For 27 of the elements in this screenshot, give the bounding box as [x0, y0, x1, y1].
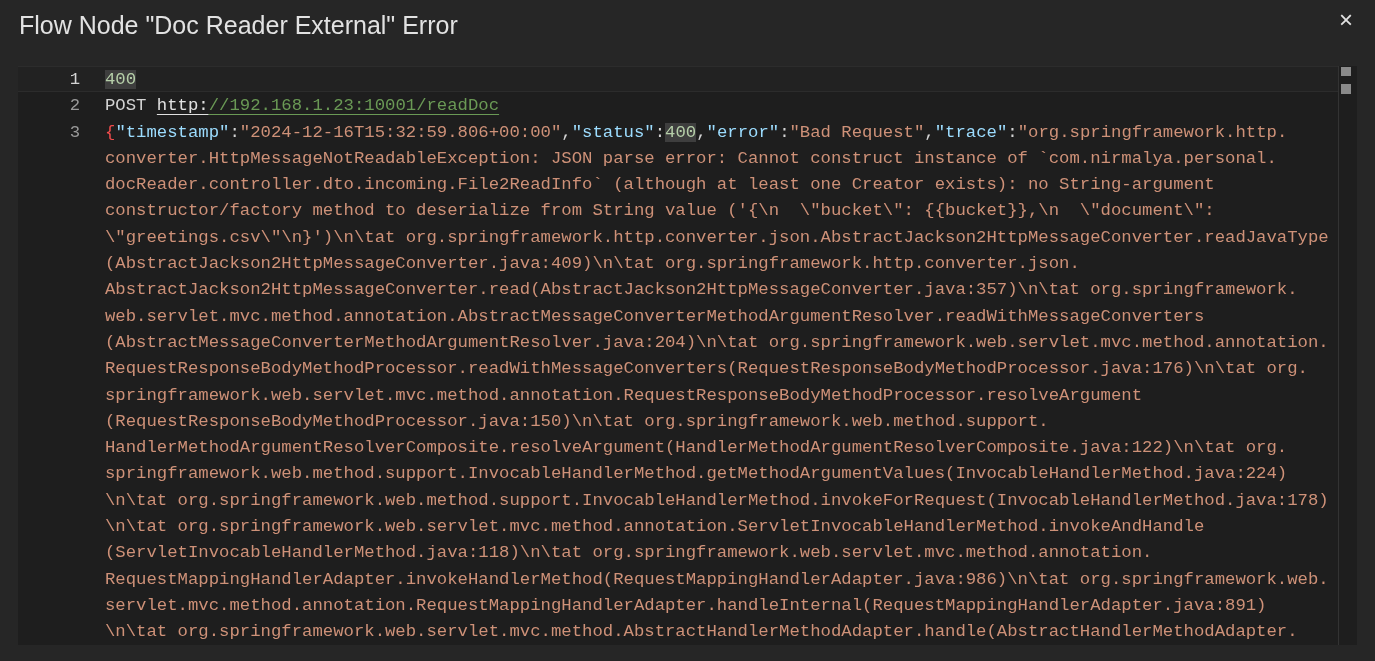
- code-line: HandlerMethodArgumentResolverComposite.resolveArgument(HandlerMethodArgumentResolverComposite.java:122)\n\tat org.: [105, 437, 1288, 460]
- code-line: servlet.mvc.method.annotation.RequestMappingHandlerAdapter.handleInternal(RequestMappingHandlerAdapter.java:891): [105, 594, 1267, 617]
- code-line: {"timestamp":"2024-12-16T15:32:59.806+00:00","status":400,"error":"Bad Request","trace":"org.springframework.http.: [105, 121, 1288, 144]
- url-link[interactable]: http://192.168.1.23:10001/readDoc: [156, 93, 500, 118]
- code-line: \"greetings.csv\"\n}')\n\tat org.springframework.http.converter.json.AbstractJackson2HttpMessageConverter.readJavaType: [105, 226, 1329, 249]
- code-line: (ServletInvocableHandlerMethod.java:118)\n\tat org.springframework.web.servlet.mvc.method.annotation.: [105, 542, 1153, 565]
- code-line: AbstractJackson2HttpMessageConverter.read(AbstractJackson2HttpMessageConverter.java:357)\n\tat org.springframework.: [105, 279, 1298, 302]
- code-line: web.servlet.mvc.method.annotation.AbstractMessageConverterMethodArgumentResolver.readWithMessageConverters: [105, 305, 1205, 328]
- code-line: constructor/factory method to deserialize from String value ('{\n \"bucket\": {{bucket}},\n \"document\":: [105, 200, 1215, 223]
- code-line: \n\tat org.springframework.web.servlet.mvc.method.annotation.ServletInvocableHandlerMethod.invokeAndHandle: [105, 516, 1205, 539]
- code-line: (RequestResponseBodyMethodProcessor.java:150)\n\tat org.springframework.web.method.support.: [105, 410, 1049, 433]
- line-number: 3: [69, 122, 80, 142]
- code-text: POST: [105, 95, 148, 118]
- code-line: springframework.web.method.support.InvocableHandlerMethod.getMethodArgumentValues(InvocableHandlerMethod.java:224): [105, 463, 1288, 486]
- line-number: 2: [69, 96, 80, 116]
- code-line: converter.HttpMessageNotReadableException: JSON parse error: Cannot construct instance of `com.nirmalya.personal.: [105, 147, 1277, 170]
- code-line: RequestResponseBodyMethodProcessor.readWithMessageConverters(RequestResponseBodyMethodProcessor.java:176)\n\tat org.: [105, 358, 1308, 381]
- close-button[interactable]: ×: [1337, 10, 1355, 30]
- code-line: docReader.controller.dto.incoming.File2ReadInfo` (although at least one Creator exists): no String-argument: [105, 174, 1215, 197]
- code-line: (AbstractJackson2HttpMessageConverter.java:409)\n\tat org.springframework.http.converter.json.: [105, 253, 1080, 276]
- code-line: \n\tat org.springframework.web.method.support.InvocableHandlerMethod.invokeForRequest(InvocableHandlerMethod.java:178): [105, 489, 1329, 512]
- line-number: 1: [69, 70, 80, 89]
- code-line: springframework.web.servlet.mvc.method.annotation.RequestResponseBodyMethodProcessor.resolveArgument: [105, 384, 1143, 407]
- code-line: RequestMappingHandlerAdapter.invokeHandlerMethod(RequestMappingHandlerAdapter.java:986)\n\tat org.springframework.web.: [105, 568, 1329, 591]
- code-line: \n\tat org.springframework.web.servlet.mvc.method.AbstractHandlerMethodAdapter.handle(AbstractHandlerMethodAdapter.: [105, 621, 1298, 644]
- dialog-title: Flow Node "Doc Reader External" Error: [19, 10, 458, 40]
- code-line: (AbstractMessageConverterMethodArgumentResolver.java:204)\n\tat org.springframework.web.servlet.mvc.method.annotation.: [105, 331, 1329, 354]
